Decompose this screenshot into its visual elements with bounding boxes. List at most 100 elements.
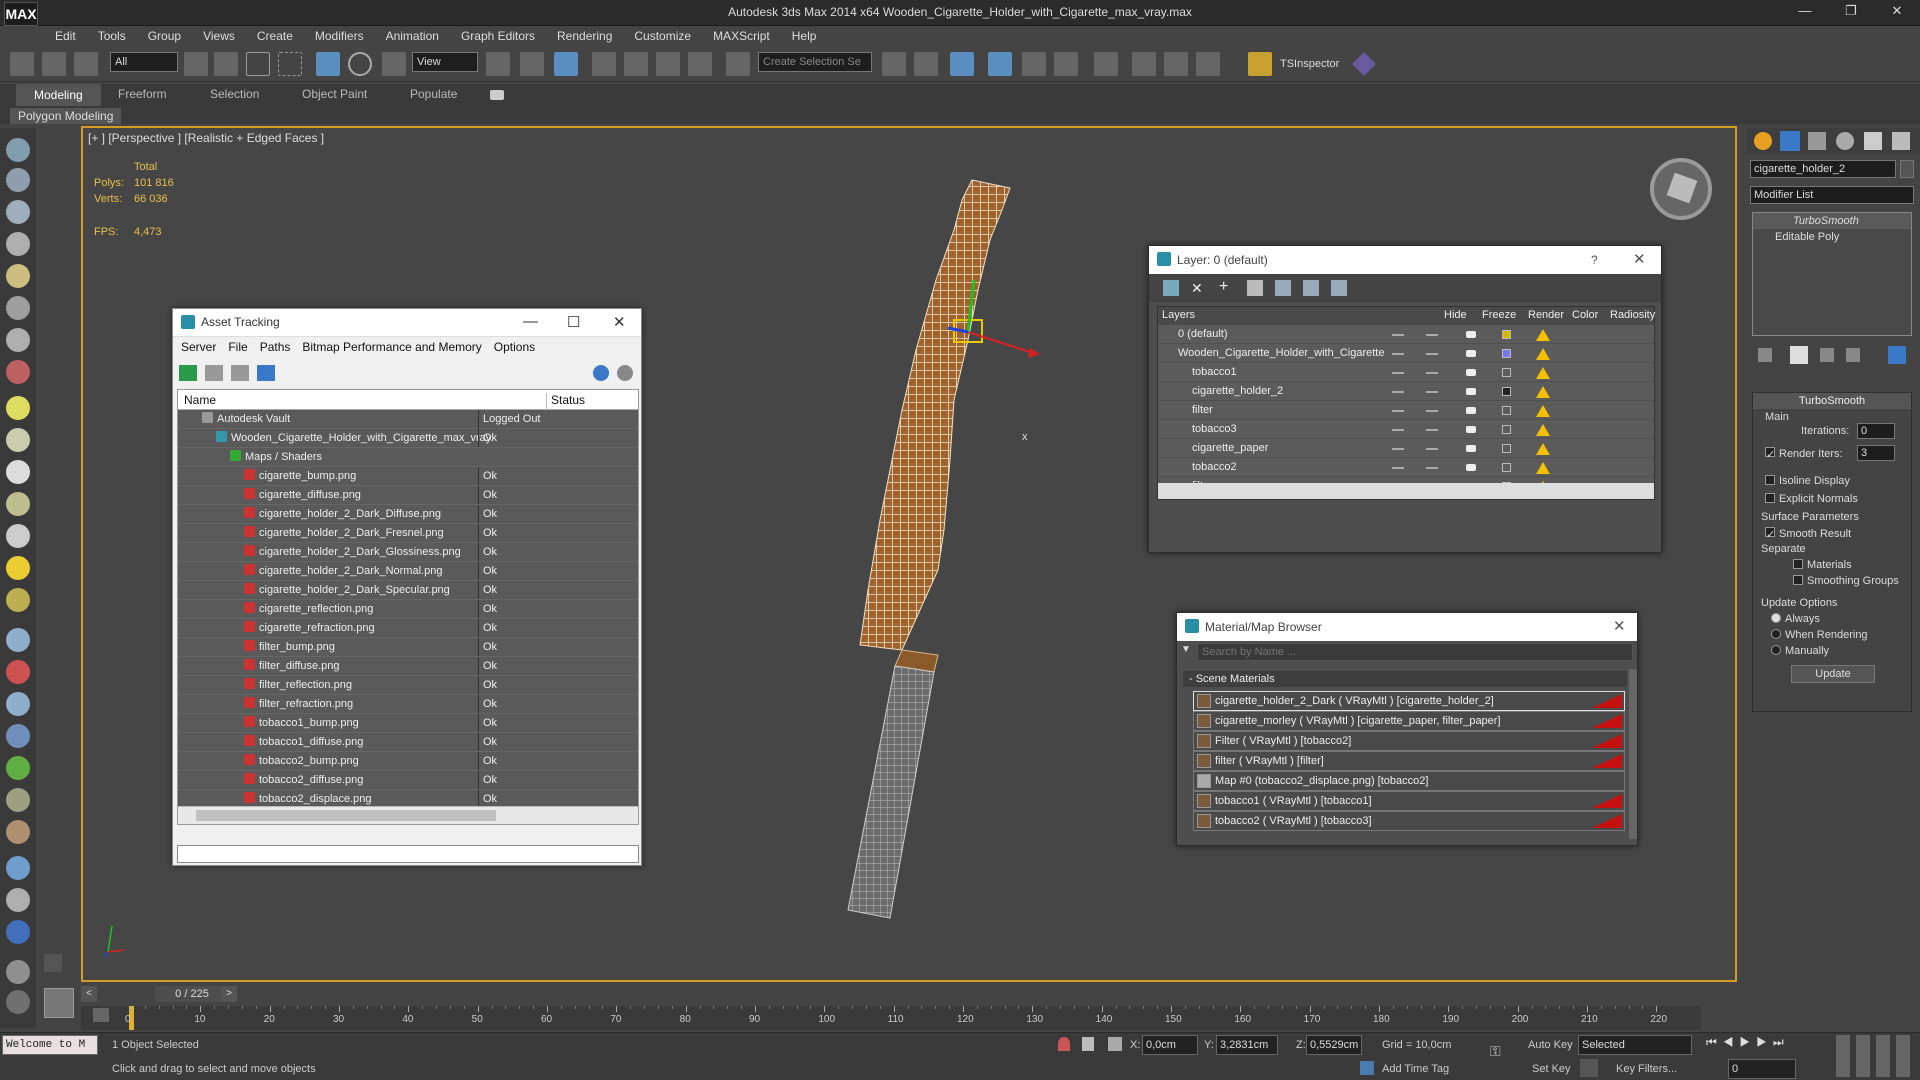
spinner-snap-icon[interactable] (688, 52, 712, 76)
playback-controls[interactable]: ⏮◀▶▶⏭ (1706, 1035, 1846, 1055)
layer-color-swatch[interactable] (1502, 349, 1511, 358)
render-teapot-icon[interactable] (1466, 426, 1476, 433)
render-teapot-icon[interactable] (1466, 388, 1476, 395)
col-layers[interactable]: Layers (1162, 309, 1195, 321)
layer-help-button[interactable]: ? (1591, 253, 1598, 267)
hierarchy-tab-icon[interactable] (1808, 132, 1826, 150)
radiosity-icon[interactable] (1536, 386, 1550, 398)
add-to-layer-icon[interactable]: + (1219, 279, 1235, 295)
freeze-toggle[interactable] (1426, 429, 1438, 431)
close-icon[interactable]: ✕ (1874, 0, 1920, 24)
rotate-icon[interactable] (348, 52, 372, 76)
close-icon[interactable]: ✕ (613, 313, 626, 331)
menu-maxscript[interactable]: MAXScript (702, 26, 781, 46)
table-row[interactable]: tobacco2_bump.png Ok (178, 752, 638, 771)
utility-icon[interactable] (6, 960, 30, 984)
minimize-icon[interactable]: — (523, 313, 538, 330)
polygon-modeling-panel[interactable]: Polygon Modeling (10, 108, 122, 124)
omni-icon[interactable] (6, 588, 30, 612)
material-item[interactable]: filter ( VRayMtl ) [filter] (1193, 751, 1625, 771)
hide-toggle[interactable] (1392, 467, 1404, 469)
menu-edit[interactable]: Edit (44, 26, 87, 46)
gear-icon[interactable] (6, 724, 30, 748)
layer-manager-header[interactable]: Layer: 0 (default) ? ✕ (1149, 246, 1661, 274)
maxscript-toggle-icon[interactable] (44, 954, 62, 972)
y-coordinate-field[interactable]: 3,2831cm (1216, 1035, 1278, 1055)
select-in-layer-icon[interactable] (1247, 280, 1263, 296)
align-icon[interactable] (914, 52, 938, 76)
particle-icon[interactable] (6, 628, 30, 652)
radiosity-icon[interactable] (1536, 348, 1550, 360)
z-coordinate-field[interactable]: 0,5529cm (1306, 1035, 1362, 1055)
menu-help[interactable]: Help (781, 26, 828, 46)
table-row[interactable]: cigarette_holder_2_Dark_Specular.png Ok (178, 581, 638, 600)
close-icon[interactable]: ✕ (1633, 250, 1646, 268)
isolate-icon[interactable] (1058, 1037, 1070, 1051)
minimize-icon[interactable]: — (1782, 0, 1828, 24)
material-editor-icon[interactable] (1094, 52, 1118, 76)
tsinspector-icon[interactable] (1248, 52, 1272, 76)
menu-group[interactable]: Group (137, 26, 192, 46)
freeze-toggle[interactable] (1426, 448, 1438, 450)
freeze-toggle[interactable] (1426, 410, 1438, 412)
render-iters-checkbox[interactable]: ✓ (1765, 447, 1775, 461)
time-tag-icon[interactable] (1360, 1061, 1374, 1075)
material-item[interactable]: cigarette_morley ( VRayMtl ) [cigarette_… (1193, 711, 1625, 731)
hide-toggle[interactable] (1392, 391, 1404, 393)
helper-icon[interactable] (6, 328, 30, 352)
menu-rendering[interactable]: Rendering (546, 26, 623, 46)
refresh-icon[interactable] (179, 365, 197, 381)
radiosity-icon[interactable] (1536, 405, 1550, 417)
tab-populate[interactable]: Populate (410, 87, 457, 101)
modifier-list-dropdown[interactable]: Modifier List (1750, 186, 1914, 204)
render-production-icon[interactable] (1196, 52, 1220, 76)
radiosity-icon[interactable] (1536, 424, 1550, 436)
table-view-icon[interactable] (257, 365, 275, 381)
utilities-tab-icon[interactable] (1892, 132, 1910, 150)
named-selection-dropdown[interactable]: Create Selection Se (758, 52, 872, 72)
dynamics-icon[interactable] (6, 660, 30, 684)
close-icon[interactable]: ✕ (1613, 617, 1626, 635)
hide-toggle[interactable] (1392, 334, 1404, 336)
maximize-icon[interactable]: ☐ (567, 313, 580, 331)
rect-selection-icon[interactable] (246, 52, 270, 76)
set-key-icon[interactable] (1580, 1059, 1598, 1077)
layer-row[interactable]: tobacco1 (1158, 363, 1654, 382)
menu-modifiers[interactable]: Modifiers (304, 26, 375, 46)
viewport-navigation-icons[interactable] (1836, 1035, 1916, 1077)
motion-tab-icon[interactable] (1836, 132, 1854, 150)
list-view-icon[interactable] (205, 365, 223, 381)
lock-selection-icon[interactable] (1082, 1037, 1094, 1051)
schematic-view-icon[interactable] (1054, 52, 1078, 76)
hair-icon[interactable] (6, 788, 30, 812)
globe-icon[interactable] (6, 856, 30, 880)
table-row[interactable]: filter_refraction.png Ok (178, 695, 638, 714)
stack-turbosmooth[interactable]: TurboSmooth (1753, 213, 1911, 229)
spacewarp-icon[interactable] (6, 360, 30, 384)
radiosity-icon[interactable] (1536, 462, 1550, 474)
cylinder-icon[interactable] (6, 232, 30, 256)
percent-snap-icon[interactable] (656, 52, 680, 76)
freeze-toggle[interactable] (1426, 372, 1438, 374)
render-icon[interactable] (6, 888, 30, 912)
render-setup-icon[interactable] (1132, 52, 1156, 76)
render-teapot-icon[interactable] (1466, 369, 1476, 376)
smoothing-groups-checkbox[interactable] (1793, 575, 1803, 585)
radiosity-icon[interactable] (1536, 329, 1550, 341)
table-row[interactable]: cigarette_holder_2_Dark_Normal.png Ok (178, 562, 638, 581)
render-iters-spinner[interactable]: 3 (1857, 445, 1895, 461)
select-object-icon[interactable] (184, 52, 208, 76)
menu-paths[interactable]: Paths (254, 337, 297, 357)
table-row[interactable]: cigarette_refraction.png Ok (178, 619, 638, 638)
pivot-center-icon[interactable] (486, 52, 510, 76)
layer-row[interactable]: Wooden_Cigarette_Holder_with_Cigarette (1158, 344, 1654, 363)
col-hide[interactable]: Hide (1444, 309, 1467, 321)
edit-named-selection-icon[interactable] (726, 52, 750, 76)
cloth-icon[interactable] (6, 820, 30, 844)
col-name[interactable]: Name (184, 393, 216, 407)
bind-spacewarp-icon[interactable] (74, 52, 98, 76)
tab-freeform[interactable]: Freeform (118, 87, 167, 101)
layer-color-swatch[interactable] (1502, 330, 1511, 339)
material-item[interactable]: tobacco1 ( VRayMtl ) [tobacco1] (1193, 791, 1625, 811)
material-vscrollbar[interactable] (1629, 669, 1637, 839)
